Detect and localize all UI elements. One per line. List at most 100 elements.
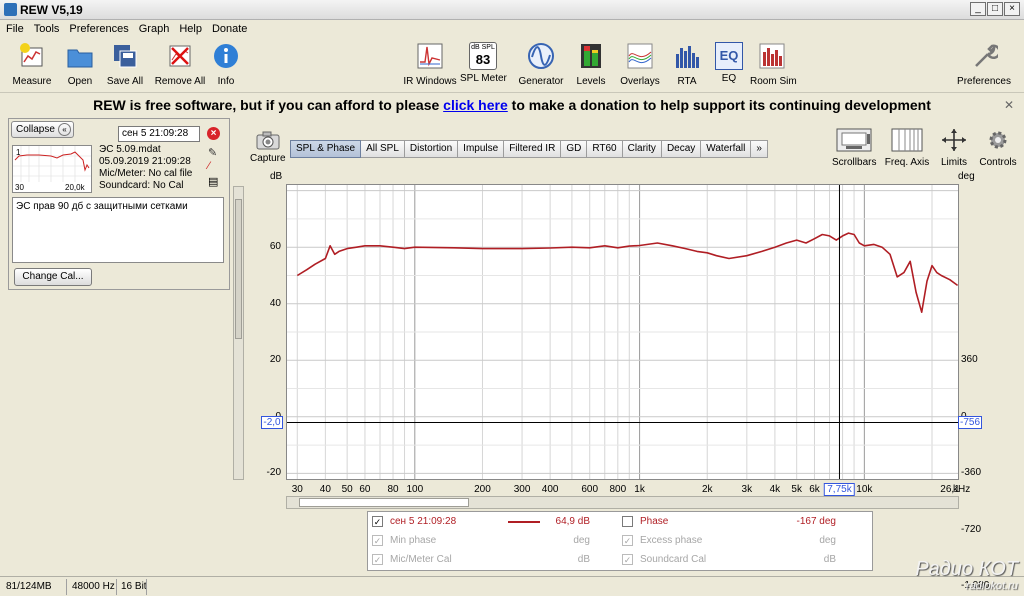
edit-info-icon[interactable]: ✎ (208, 146, 220, 159)
tab-impulse[interactable]: Impulse (458, 140, 505, 158)
banner-close-icon[interactable]: ✕ (1004, 93, 1014, 117)
x-tick-label: 6k (809, 484, 820, 495)
ir-windows-button[interactable]: IR Windows (402, 42, 458, 87)
status-bit-depth: 16 Bit (121, 581, 147, 592)
legend-checkbox-soundcard-cal[interactable]: ✓ (622, 554, 633, 565)
levels-button[interactable]: Levels (574, 42, 608, 87)
remove-measurement-icon[interactable]: × (207, 127, 220, 140)
legend-checkbox-measurement[interactable]: ✓ (372, 516, 383, 527)
controls-button[interactable]: Controls (978, 128, 1018, 168)
legend-item-mic-cal: ✓ Mic/Meter Cal dB (372, 554, 590, 565)
measurement-name-field[interactable]: сен 5 21:09:28 (118, 126, 200, 142)
x-tick-label: 800 (609, 484, 627, 495)
spl-meter-icon: dB SPL 83 (469, 42, 497, 70)
measurement-date: 05.09.2019 21:09:28 (99, 156, 191, 167)
generator-button[interactable]: Generator (516, 42, 566, 87)
room-sim-button[interactable]: Room Sim (750, 42, 797, 87)
horizontal-scrollbar-thumb[interactable] (299, 498, 469, 507)
rta-button[interactable]: RTA (670, 42, 704, 87)
capture-button[interactable]: Capture (250, 130, 286, 164)
y2-tick-label: 360 (961, 354, 978, 366)
edit-pen-icon[interactable]: ⁄ (208, 160, 220, 172)
x-tick-label: 80 (387, 484, 399, 495)
info-button[interactable]: Info (211, 42, 241, 87)
donate-link[interactable]: click here (443, 97, 508, 113)
save-icon (114, 45, 137, 68)
remove-all-button[interactable]: Remove All (154, 42, 206, 87)
legend-item-excess-phase: ✓ Excess phase deg (622, 535, 836, 546)
preferences-button[interactable]: Preferences (954, 42, 1014, 87)
limits-arrows-icon (942, 129, 966, 151)
spl-meter-button[interactable]: dB SPL 83 SPL Meter (460, 42, 507, 84)
freq-axis-button[interactable]: Freq. Axis (884, 128, 930, 168)
levels-icon (581, 44, 601, 68)
x-tick-label: 40 (319, 484, 331, 495)
x-tick-label: 60 (359, 484, 371, 495)
eq-icon: EQ (715, 42, 743, 70)
x-tick-label: 300 (513, 484, 531, 495)
minimize-button[interactable]: _ (970, 2, 986, 16)
tab-clarity[interactable]: Clarity (622, 140, 662, 158)
vertical-scrollbar-thumb[interactable] (235, 199, 242, 339)
tab-decay[interactable]: Decay (661, 140, 702, 158)
x-tick-label: 50 (341, 484, 353, 495)
banner-text-after: to make a donation to help support its c… (507, 97, 931, 113)
change-cal-button[interactable]: Change Cal... (14, 268, 92, 286)
app-icon (4, 3, 17, 16)
tab-waterfall[interactable]: Waterfall (701, 140, 752, 158)
collapse-button[interactable]: Collapse « (11, 121, 74, 138)
measure-button[interactable]: Measure (12, 42, 52, 87)
x-tick-label: 4k (769, 484, 781, 495)
svg-text:20,0k: 20,0k (65, 183, 86, 192)
maximize-button[interactable]: □ (987, 2, 1003, 16)
menu-file[interactable]: File (0, 21, 28, 35)
legend-item-min-phase: ✓ Min phase deg (372, 535, 590, 546)
tab-gd[interactable]: GD (561, 140, 588, 158)
status-sample-rate: 48000 Hz (72, 581, 115, 592)
menu-donate[interactable]: Donate (206, 21, 251, 35)
tab-distortion[interactable]: Distortion (404, 140, 459, 158)
info-icon (214, 44, 238, 68)
notes-icon[interactable]: ▤ (208, 175, 220, 188)
horizontal-scrollbar[interactable] (286, 496, 959, 509)
vertical-scrollbar[interactable] (233, 186, 244, 480)
x-tick-label: 3k (741, 484, 753, 495)
open-button[interactable]: Open (64, 42, 96, 87)
thumbnail-graph: 1 30 20,0k (13, 146, 91, 192)
legend-line-swatch (508, 521, 540, 523)
tab-rt60[interactable]: RT60 (587, 140, 623, 158)
menu-help[interactable]: Help (173, 21, 206, 35)
graph-canvas[interactable] (287, 185, 959, 479)
rta-icon (676, 46, 699, 68)
tab-spl-phase[interactable]: SPL & Phase (290, 140, 362, 158)
close-button[interactable]: × (1004, 2, 1020, 16)
menu-preferences[interactable]: Preferences (63, 21, 132, 35)
menu-tools[interactable]: Tools (28, 21, 64, 35)
status-bar: 81/124MB 48000 Hz 16 Bit (0, 576, 1024, 596)
scrollbars-button[interactable]: Scrollbars (832, 128, 876, 168)
legend-checkbox-min-phase[interactable]: ✓ (372, 535, 383, 546)
measurement-thumbnail[interactable]: 1 30 20,0k (12, 145, 92, 193)
spl-phase-graph[interactable] (286, 184, 959, 480)
cursor-y2-readout: -756 (958, 416, 982, 430)
tab-filtered-ir[interactable]: Filtered IR (504, 140, 562, 158)
save-all-button[interactable]: Save All (104, 42, 146, 87)
limits-button[interactable]: Limits (938, 128, 970, 168)
cursor-y-readout: -2,0 (261, 416, 283, 430)
overlays-button[interactable]: Overlays (618, 42, 662, 87)
tabs-more-button[interactable]: » (751, 140, 768, 158)
legend-checkbox-excess-phase[interactable]: ✓ (622, 535, 633, 546)
measurement-notes[interactable]: ЭС прав 90 дб с защитными сетками (12, 197, 224, 263)
spl-trace-0 (296, 232, 959, 313)
graph-legend: ✓ сен 5 21:09:28 64,9 dB Phase -167 deg … (367, 511, 873, 571)
tab-all-spl[interactable]: All SPL (361, 140, 405, 158)
folder-icon (67, 49, 93, 68)
legend-checkbox-phase[interactable] (622, 516, 633, 527)
measurement-panel: Collapse « сен 5 21:09:28 × 1 30 20,0k ЭС… (8, 118, 230, 290)
menu-graph[interactable]: Graph (133, 21, 174, 35)
x-tick-label: 5k (791, 484, 802, 495)
eq-button[interactable]: EQ EQ (712, 42, 746, 84)
cursor-x-readout: 7,75k (824, 483, 855, 496)
menu-bar: File Tools Preferences Graph Help Donate (0, 21, 1024, 38)
legend-checkbox-mic-cal[interactable]: ✓ (372, 554, 383, 565)
